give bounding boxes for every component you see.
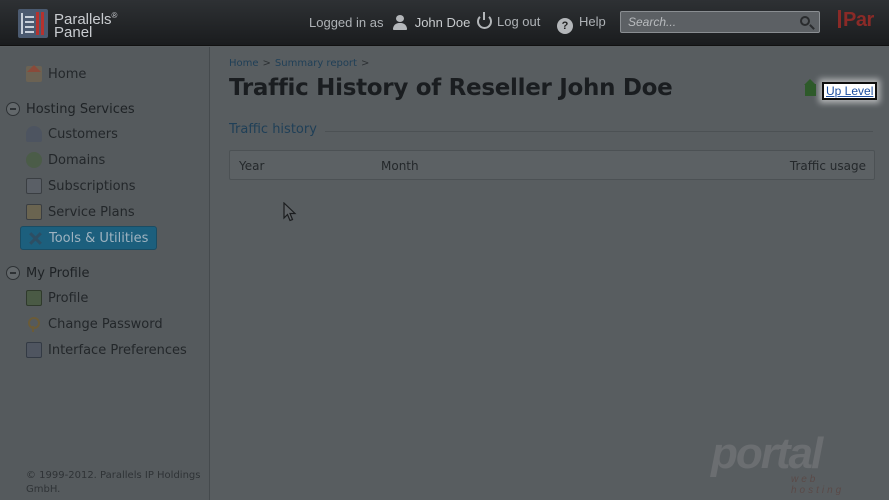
- breadcrumb: Home > Summary report >: [229, 58, 373, 69]
- copyright-notice: © 1999-2012. Parallels IP Holdings GmbH.: [26, 470, 201, 495]
- section-hosting-services[interactable]: Hosting Services: [6, 100, 135, 118]
- sidebar-item-home[interactable]: Home: [26, 64, 86, 84]
- breadcrumb-separator: >: [262, 58, 271, 69]
- subscriptions-icon: [26, 178, 42, 194]
- sidebar-item-label: Profile: [48, 290, 89, 306]
- sidebar-item-interface-preferences[interactable]: Interface Preferences: [26, 340, 187, 360]
- profile-card-icon: [26, 290, 42, 306]
- power-icon: [477, 12, 492, 29]
- logged-in-label: Logged in as: [309, 15, 384, 30]
- collapse-icon[interactable]: [6, 102, 20, 116]
- sidebar-item-change-password[interactable]: Change Password: [26, 314, 163, 334]
- section-title: Hosting Services: [26, 101, 135, 117]
- logged-in-info: Logged in as John Doe: [309, 14, 470, 30]
- sidebar-item-subscriptions[interactable]: Subscriptions: [26, 176, 136, 196]
- preferences-icon: [26, 342, 42, 358]
- parallels-brand-mark: Par: [838, 9, 874, 32]
- page-title: Traffic History of Reseller John Doe: [229, 75, 673, 101]
- sidebar-item-label: Service Plans: [48, 204, 135, 220]
- logo-registered-mark: ®: [111, 11, 118, 20]
- sidebar-item-label: Tools & Utilities: [49, 230, 149, 246]
- collapse-icon[interactable]: [6, 266, 20, 280]
- service-plans-icon: [26, 204, 42, 220]
- help-label: Help: [579, 14, 606, 29]
- current-user-name[interactable]: John Doe: [415, 15, 471, 30]
- parallels-logo-icon: [18, 9, 48, 38]
- section-title: My Profile: [26, 265, 90, 281]
- column-header-traffic-usage[interactable]: Traffic usage: [790, 159, 866, 173]
- sidebar-item-service-plans[interactable]: Service Plans: [26, 202, 135, 222]
- sidebar-item-label: Subscriptions: [48, 178, 136, 194]
- logout-label: Log out: [497, 14, 541, 29]
- key-icon: [26, 316, 42, 332]
- breadcrumb-separator: >: [360, 58, 370, 69]
- tools-icon: [27, 230, 43, 246]
- portal-watermark-logo: portal web hosting: [711, 429, 845, 497]
- up-level-control[interactable]: Up Level: [804, 79, 878, 100]
- sidebar-item-label: Domains: [48, 152, 106, 168]
- breadcrumb-home[interactable]: Home: [229, 58, 259, 69]
- search-box: [620, 11, 820, 33]
- section-divider: [325, 131, 873, 132]
- sidebar-item-label: Home: [48, 66, 87, 82]
- sidebar-item-label: Change Password: [48, 316, 163, 332]
- sidebar-item-customers[interactable]: Customers: [26, 124, 118, 144]
- traffic-table-header: Year Month Traffic usage: [229, 150, 875, 180]
- help-icon: ?: [557, 18, 573, 34]
- user-icon: [392, 14, 408, 30]
- up-level-link[interactable]: Up Level: [822, 82, 878, 100]
- home-icon: [26, 65, 42, 82]
- sidebar: Home Hosting Services Customers Domains …: [0, 47, 210, 500]
- sidebar-item-label: Interface Preferences: [48, 342, 187, 358]
- customers-icon: [26, 126, 42, 142]
- logout-link[interactable]: Log out: [477, 12, 541, 29]
- sidebar-item-profile[interactable]: Profile: [26, 288, 88, 308]
- help-link[interactable]: ? Help: [557, 14, 606, 34]
- logo-line2: Panel: [54, 24, 93, 41]
- sidebar-item-label: Customers: [48, 126, 118, 142]
- sidebar-item-tools-utilities[interactable]: Tools & Utilities: [20, 226, 158, 250]
- column-header-month[interactable]: Month: [381, 159, 419, 173]
- search-icon[interactable]: [800, 16, 810, 26]
- column-header-year[interactable]: Year: [239, 159, 264, 173]
- parallels-panel-logo[interactable]: Parallels® Panel: [18, 9, 178, 41]
- up-arrow-icon: [804, 79, 816, 96]
- domains-icon: [26, 152, 42, 168]
- sidebar-item-domains[interactable]: Domains: [26, 150, 105, 170]
- top-bar: Parallels® Panel Logged in as John Doe L…: [0, 0, 889, 46]
- traffic-history-section-title: Traffic history: [229, 122, 317, 137]
- breadcrumb-summary-report[interactable]: Summary report: [275, 58, 357, 69]
- search-input[interactable]: [628, 14, 788, 30]
- section-my-profile[interactable]: My Profile: [6, 264, 89, 282]
